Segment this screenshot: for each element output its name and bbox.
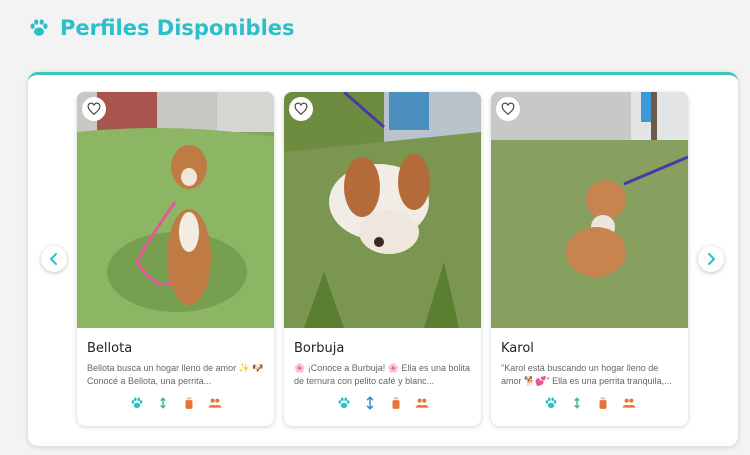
dog-name: Bellota [87,341,133,356]
paw-icon [544,396,558,410]
carousel-next-button[interactable] [698,246,724,272]
dog-photo[interactable] [491,92,688,328]
dog-name: Borbuja [294,341,345,356]
bottle-icon [596,396,610,410]
people-icon [622,396,636,410]
paw-icon [130,396,144,410]
favorite-button[interactable] [289,97,313,121]
dog-name: Karol [501,341,534,356]
profile-card-borbuja[interactable]: Borbuja 🌸 ¡Conoce a Burbuja! 🌸 Ella es u… [284,92,481,426]
trait-icons [491,396,688,410]
favorite-button[interactable] [496,97,520,121]
paw-icon [30,19,48,36]
profile-card-karol[interactable]: Karol "Karol está buscando un hogar llen… [491,92,688,426]
trait-icons [77,396,274,410]
dog-description: 🌸 ¡Conoce a Burbuja! 🌸 Ella es una bolit… [294,363,471,386]
people-icon [208,396,222,410]
dog-photo[interactable] [77,92,274,328]
page-title: Perfiles Disponibles [60,16,295,40]
dog-photo[interactable] [284,92,481,328]
height-arrow-icon [156,396,170,410]
bottle-icon [389,396,403,410]
bottle-icon [182,396,196,410]
dog-description: "Karol está buscando un hogar lleno de a… [501,363,672,386]
carousel-prev-button[interactable] [41,246,67,272]
favorite-button[interactable] [82,97,106,121]
height-arrow-icon [363,396,377,410]
dog-description: Bellota busca un hogar lleno de amor ✨ 🐶… [87,363,264,386]
heart-outline-icon [294,102,308,116]
heart-outline-icon [501,102,515,116]
heart-outline-icon [87,102,101,116]
section-header: Perfiles Disponibles [28,16,295,40]
chevron-right-icon [708,253,715,265]
chevron-left-icon [50,253,57,265]
people-icon [415,396,429,410]
height-arrow-icon [570,396,584,410]
profile-card-bellota[interactable]: Bellota Bellota busca un hogar lleno de … [77,92,274,426]
trait-icons [284,396,481,410]
paw-icon [337,396,351,410]
